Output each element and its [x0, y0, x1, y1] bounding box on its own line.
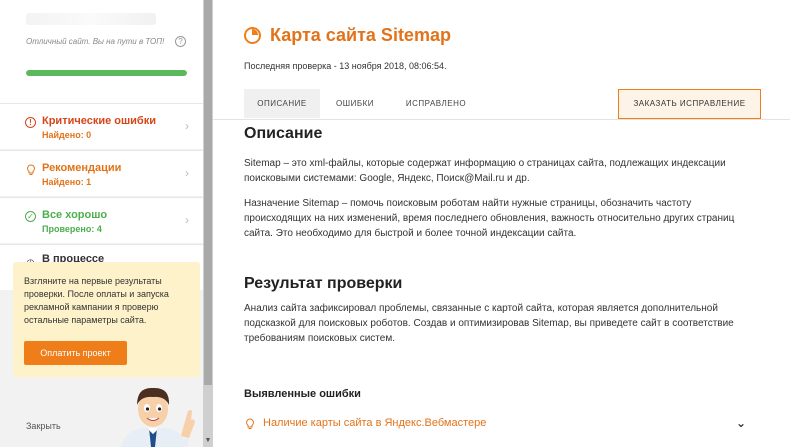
page-title: Карта сайта Sitemap [270, 25, 451, 45]
sidebar-item-label: Рекомендации [42, 162, 122, 174]
sidebar-item-count: Найдено: 1 [42, 177, 92, 187]
assistant-mascot [121, 387, 195, 447]
sidebar-item-count: Проверено: 4 [42, 224, 102, 234]
progress-fill [26, 70, 187, 76]
description-paragraph-2: Назначение Sitemap – помочь поисковым ро… [244, 198, 735, 239]
sidebar: Отличный сайт. Вы на пути в ТОП! ? ! Кри… [0, 0, 203, 447]
sidebar-item-all-good[interactable]: ✓ Все хорошо Проверено: 4 › [0, 197, 203, 243]
issue-item[interactable]: Наличие карты сайта в Яндекс.Вебмастере … [244, 416, 752, 436]
scroll-down-arrow-icon[interactable]: ▼ [204, 436, 212, 446]
chevron-down-icon[interactable]: ⌄ [736, 416, 746, 430]
pay-project-button[interactable]: Оплатить проект [24, 341, 127, 365]
tab-errors[interactable]: ОШИБКИ [326, 89, 384, 118]
tab-description[interactable]: ОПИСАНИЕ [244, 89, 320, 118]
sidebar-item-critical-errors[interactable]: ! Критические ошибки Найдено: 0 › [0, 103, 203, 149]
tab-fixed[interactable]: ИСПРАВЛЕНО [394, 89, 478, 118]
close-link[interactable]: Закрыть [26, 421, 61, 431]
sidebar-scrollbar[interactable]: ▼ [203, 0, 213, 447]
sidebar-item-recommendations[interactable]: Рекомендации Найдено: 1 › [0, 150, 203, 196]
alert-icon: ! [25, 117, 36, 128]
main-content: Карта сайта Sitemap Последняя проверка -… [213, 0, 790, 447]
assistant-popup: Взгляните на первые результаты проверки.… [13, 262, 200, 377]
pie-chart-icon [244, 27, 261, 44]
scrollbar-thumb[interactable] [204, 0, 212, 385]
sidebar-item-label: Все хорошо [42, 209, 108, 221]
order-fix-button[interactable]: ЗАКАЗАТЬ ИСПРАВЛЕНИЕ [618, 89, 761, 119]
result-paragraph: Анализ сайта зафиксировал проблемы, связ… [244, 303, 734, 344]
help-icon[interactable]: ? [175, 36, 186, 47]
site-progress-bar [26, 70, 187, 76]
tab-bar: ОПИСАНИЕ ОШИБКИ ИСПРАВЛЕНО ЗАКАЗАТЬ ИСПР… [213, 88, 790, 120]
description-heading: Описание [244, 125, 323, 142]
sidebar-item-label: Критические ошибки [42, 115, 156, 127]
sidebar-item-count: Найдено: 0 [42, 130, 92, 140]
chevron-right-icon: › [185, 166, 189, 180]
check-circle-icon: ✓ [25, 211, 36, 222]
description-paragraph-1: Sitemap – это xml-файлы, которые содержа… [244, 158, 726, 184]
chevron-right-icon: › [185, 119, 189, 133]
issue-label: Наличие карты сайта в Яндекс.Вебмастере [263, 417, 487, 429]
chevron-right-icon: › [185, 213, 189, 227]
lightbulb-icon [245, 418, 255, 433]
lightbulb-icon [25, 164, 36, 175]
site-summary: Отличный сайт. Вы на пути в ТОП! ? [0, 0, 203, 103]
site-name-redacted [26, 13, 156, 25]
last-check-date: Последняя проверка - 13 ноября 2018, 08:… [244, 61, 447, 71]
popup-message: Взгляните на первые результаты проверки.… [24, 276, 169, 325]
site-status-text: Отличный сайт. Вы на пути в ТОП! [26, 37, 165, 46]
result-heading: Результат проверки [244, 275, 403, 292]
issues-heading: Выявленные ошибки [244, 388, 361, 400]
